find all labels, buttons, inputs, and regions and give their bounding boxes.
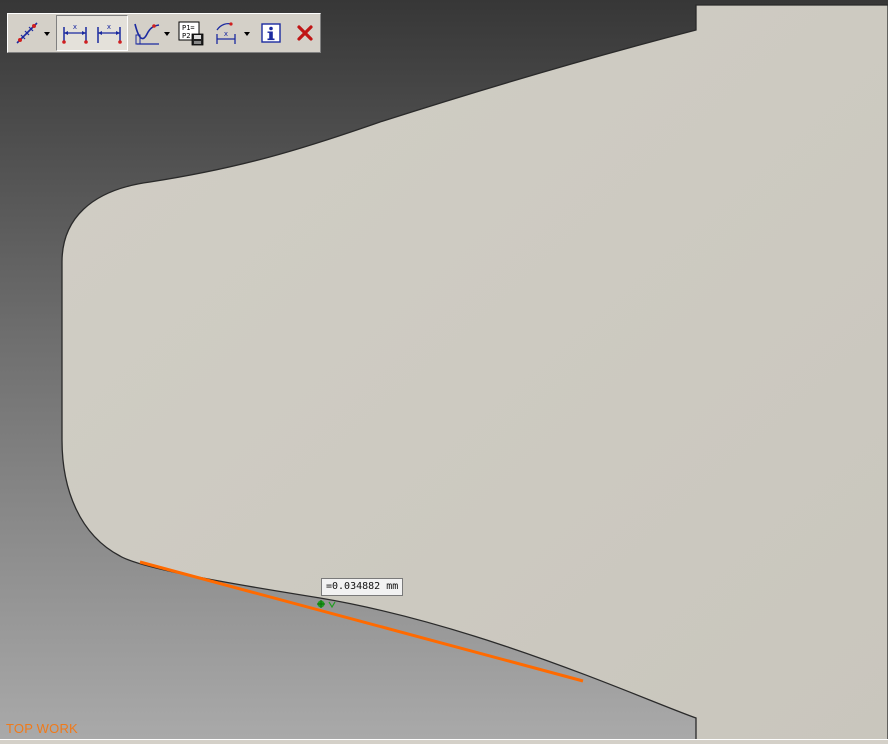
info-button[interactable] (256, 18, 286, 48)
curve-deviation-button[interactable] (132, 18, 162, 48)
angle-dimension-button[interactable]: x (212, 18, 242, 48)
close-button[interactable] (290, 18, 320, 48)
svg-text:P2: P2 (182, 32, 190, 40)
chevron-down-icon (164, 32, 170, 36)
horizontal-dimension-button[interactable]: x (60, 18, 90, 48)
svg-text:x: x (224, 30, 228, 38)
chevron-down-icon (44, 32, 50, 36)
horizontal-dimension-icon: x (62, 23, 88, 44)
status-strip (0, 739, 888, 744)
svg-text:P1=: P1= (182, 24, 195, 32)
horizontal-dimension-alt-icon: x (97, 23, 122, 44)
info-icon (261, 23, 281, 43)
view-name-label: TOP WORK (6, 721, 78, 736)
measurement-label: =0.034882 mm (321, 578, 404, 596)
measure-toolbar: x x P1= P2 x (7, 13, 321, 53)
measure-distance-icon (16, 22, 38, 44)
angle-dimension-icon: x (216, 22, 236, 44)
svg-text:x: x (107, 23, 111, 31)
measure-distance-dropdown[interactable] (44, 31, 50, 37)
scene-canvas[interactable] (0, 0, 888, 744)
curve-deviation-icon (134, 23, 160, 45)
curve-deviation-dropdown[interactable] (164, 31, 170, 37)
angle-dimension-dropdown[interactable] (244, 31, 250, 37)
close-icon (297, 25, 313, 41)
measure-distance-button[interactable] (12, 18, 42, 48)
graphics-viewport[interactable]: =0.034882 mm TOP WORK (0, 0, 888, 744)
horizontal-dimension-alt-button[interactable]: x (94, 18, 124, 48)
save-points-button[interactable]: P1= P2 (176, 18, 206, 48)
save-points-icon: P1= P2 (178, 21, 204, 46)
svg-text:x: x (73, 23, 77, 31)
chevron-down-icon (244, 32, 250, 36)
